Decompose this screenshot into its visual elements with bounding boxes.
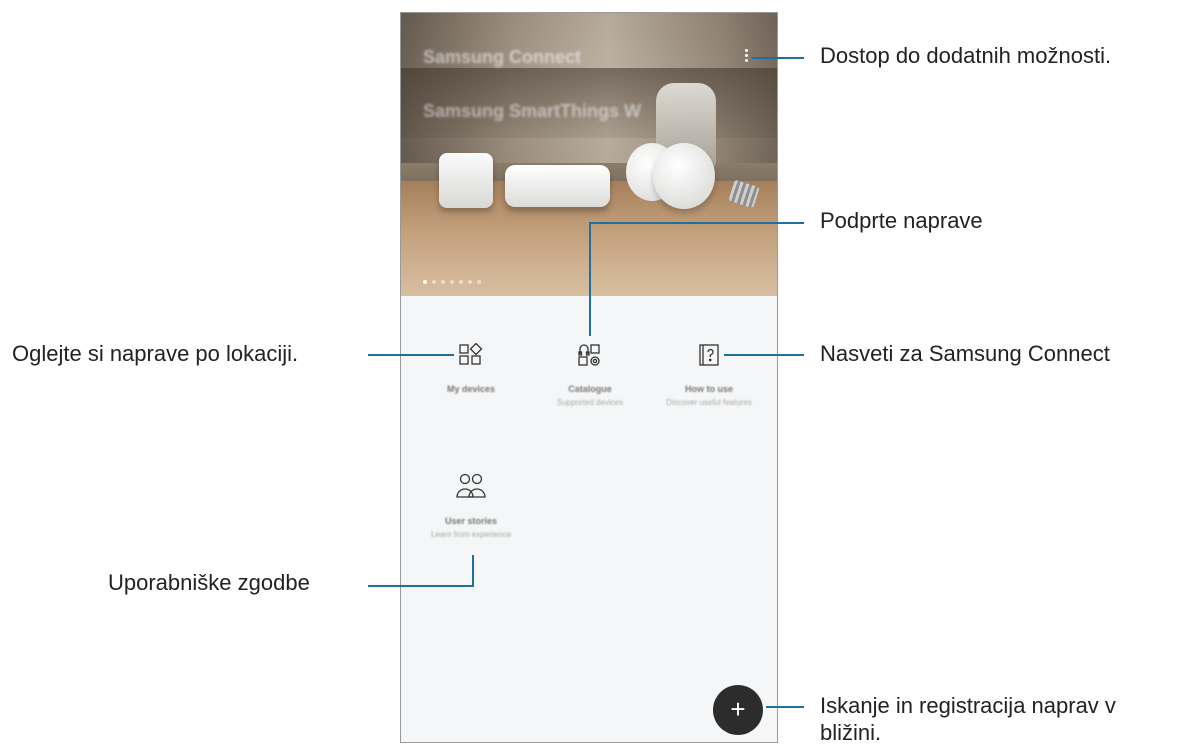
callout-line-add — [766, 706, 804, 708]
callout-search-register: Iskanje in registracija naprav v — [820, 693, 1116, 718]
callout-line-supported — [589, 222, 804, 224]
tile-subtitle: Supported devices — [556, 398, 624, 407]
tile-title: User stories — [444, 516, 498, 526]
tile-subtitle: Learn from experience — [430, 530, 512, 539]
callout-line-stories — [368, 585, 474, 587]
people-icon — [456, 473, 486, 498]
add-device-button[interactable]: + — [713, 685, 763, 735]
hero-sensor-device — [439, 153, 493, 208]
tile-title: My devices — [446, 384, 496, 394]
more-options-icon[interactable] — [741, 49, 751, 67]
hero-bulb — [653, 143, 715, 209]
phone-screen: Samsung Connect Samsung SmartThings W My… — [400, 12, 778, 743]
callout-user-stories: Uporabniške zgodbe — [108, 570, 310, 595]
tile-title: How to use — [684, 384, 733, 394]
hero-hub-device — [505, 165, 610, 207]
help-book-icon — [699, 344, 719, 366]
tile-title: Catalogue — [568, 384, 612, 394]
tile-subtitle: Discover useful features — [666, 398, 752, 407]
callout-line-location — [368, 354, 454, 356]
tile-catalogue[interactable]: Catalogue Supported devices — [535, 343, 645, 408]
callout-line-supported-vertical — [589, 222, 591, 336]
hero-subtitle: Samsung SmartThings W — [423, 101, 642, 121]
callout-line-tips — [724, 354, 804, 356]
callout-line-more — [752, 57, 804, 59]
hero-title: Samsung Connect — [423, 47, 582, 67]
callout-more-options: Dostop do dodatnih možnosti. — [820, 43, 1112, 68]
callout-supported-devices: Podprte naprave — [820, 208, 983, 233]
grid-diamond-icon — [459, 343, 483, 365]
callout-search-register-cont: bližini. — [820, 720, 882, 745]
callout-line-stories-vertical — [472, 555, 474, 587]
tile-user-stories[interactable]: User stories Learn from experience — [416, 473, 526, 540]
device-catalogue-icon — [578, 344, 600, 366]
callout-tips: Nasveti za Samsung Connect — [820, 341, 1110, 366]
carousel-indicator — [423, 280, 481, 284]
tile-my-devices[interactable]: My devices — [416, 343, 526, 398]
callout-devices-by-location: Oglejte si naprave po lokaciji. — [12, 341, 299, 366]
tile-how-to-use[interactable]: How to use Discover useful features — [654, 343, 764, 408]
